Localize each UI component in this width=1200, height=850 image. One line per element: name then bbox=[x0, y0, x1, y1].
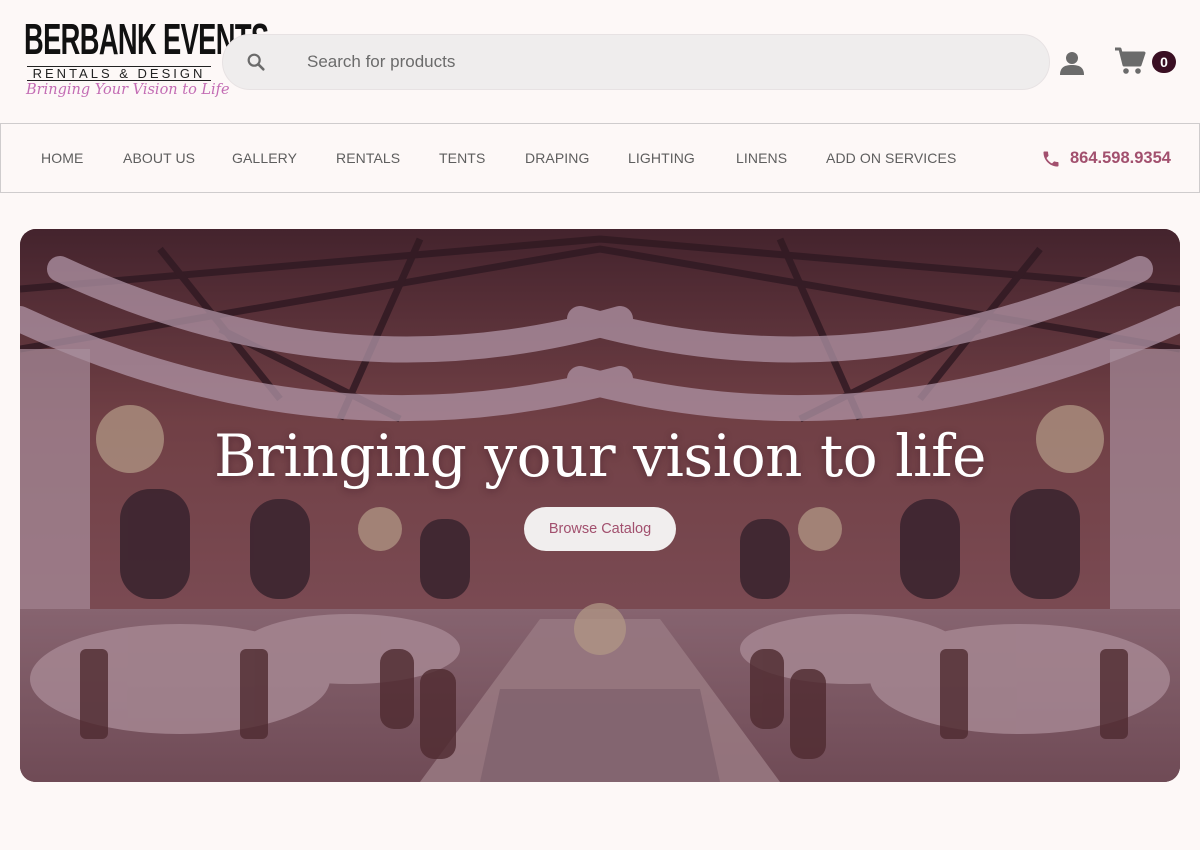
hero-title: Bringing your vision to life bbox=[214, 422, 986, 490]
cart-count-badge: 0 bbox=[1152, 51, 1176, 73]
hero-venue-image bbox=[20, 229, 1180, 782]
search-icon[interactable] bbox=[245, 51, 267, 73]
user-icon[interactable] bbox=[1059, 50, 1085, 76]
nav-item-draping[interactable]: DRAPING bbox=[525, 150, 590, 166]
nav-item-tents[interactable]: TENTS bbox=[439, 150, 485, 166]
phone-number: 864.598.9354 bbox=[1070, 149, 1171, 167]
logo-wordmark: BERBANK EVENTS bbox=[24, 15, 269, 64]
nav-item-gallery[interactable]: GALLERY bbox=[232, 150, 297, 166]
browse-catalog-button[interactable]: Browse Catalog bbox=[524, 507, 676, 551]
brand-logo[interactable]: BERBANK EVENTS RENTALS & DESIGN Bringing… bbox=[24, 15, 269, 108]
logo-subtitle: RENTALS & DESIGN bbox=[27, 66, 211, 81]
nav-item-add-on-services[interactable]: ADD ON SERVICES bbox=[826, 150, 956, 166]
nav-item-about-us[interactable]: ABOUT US bbox=[123, 150, 195, 166]
nav-item-linens[interactable]: LINENS bbox=[736, 150, 787, 166]
search-bar[interactable] bbox=[222, 34, 1050, 90]
nav-item-lighting[interactable]: LIGHTING bbox=[628, 150, 695, 166]
nav-item-home[interactable]: HOME bbox=[41, 150, 83, 166]
phone-icon bbox=[1043, 151, 1059, 167]
main-navigation: HOME ABOUT US GALLERY RENTALS TENTS DRAP… bbox=[0, 123, 1200, 193]
hero-banner: Bringing your vision to life Browse Cata… bbox=[20, 229, 1180, 782]
search-input[interactable] bbox=[307, 35, 1007, 89]
cart-icon[interactable] bbox=[1114, 46, 1146, 76]
logo-tagline: Bringing Your Vision to Life bbox=[26, 82, 230, 98]
site-header: BERBANK EVENTS RENTALS & DESIGN Bringing… bbox=[0, 0, 1200, 123]
nav-item-rentals[interactable]: RENTALS bbox=[336, 150, 400, 166]
